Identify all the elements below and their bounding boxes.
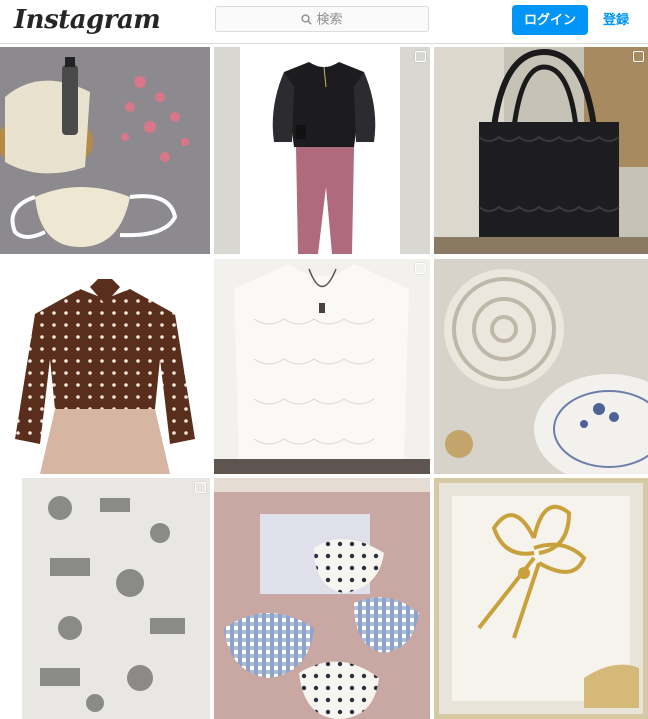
multiple-photos-icon: [195, 482, 206, 493]
post-black-lace-sleeve-top[interactable]: [214, 47, 430, 254]
top-nav-bar: Instagram 検索 ログイン 登録: [0, 0, 648, 44]
post-image: [434, 478, 648, 719]
multiple-photos-icon: [415, 51, 426, 62]
post-image: [434, 47, 648, 254]
post-image: [434, 259, 648, 474]
multiple-photos-icon: [415, 263, 426, 274]
post-image: [0, 47, 210, 254]
post-black-ruffle-tote[interactable]: [434, 47, 648, 254]
search-input[interactable]: 検索: [215, 6, 429, 32]
search-icon: [301, 14, 313, 25]
instagram-logo[interactable]: Instagram: [14, 5, 161, 35]
post-image: [214, 259, 430, 474]
signup-link[interactable]: 登録: [603, 5, 629, 35]
post-white-trivet-plate[interactable]: [434, 259, 648, 474]
post-image: [214, 47, 430, 254]
multiple-photos-icon: [633, 51, 644, 62]
post-image: [214, 478, 430, 719]
post-image: [0, 259, 210, 474]
post-toile-fabric[interactable]: [0, 478, 210, 719]
post-gingham-dot-masks[interactable]: [214, 478, 430, 719]
post-brown-polka-dot-blouse[interactable]: [0, 259, 210, 474]
post-gold-ribbon-brooch[interactable]: [434, 478, 648, 719]
post-lace-masks-basket[interactable]: [0, 47, 210, 254]
search-placeholder: 検索: [316, 11, 343, 27]
login-button[interactable]: ログイン: [512, 5, 588, 35]
post-white-lace-blouse[interactable]: [214, 259, 430, 474]
post-image: [0, 478, 210, 719]
